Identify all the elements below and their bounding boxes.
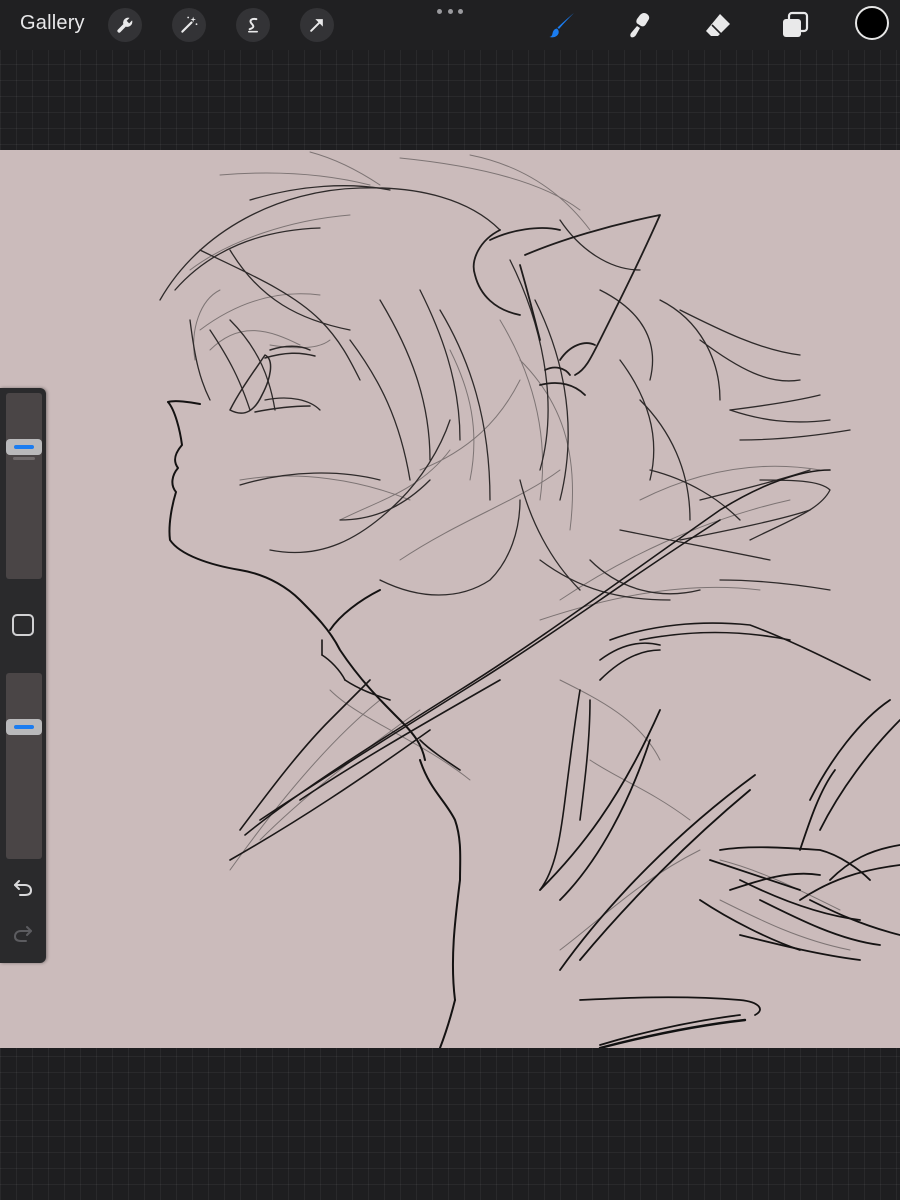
eraser-tool-button[interactable] <box>700 7 736 43</box>
selection-button[interactable] <box>236 8 270 42</box>
brush-size-slider[interactable] <box>6 393 42 579</box>
wrench-icon <box>117 17 133 33</box>
slider-tick <box>13 457 35 460</box>
adjustments-button[interactable] <box>172 8 206 42</box>
undo-icon <box>14 880 33 896</box>
smudge-tool-button[interactable] <box>622 7 658 43</box>
smudge-icon <box>630 13 650 38</box>
more-options-icon[interactable] <box>437 6 463 16</box>
brush-tool-button[interactable] <box>544 7 580 43</box>
procreate-workspace: Gallery <box>0 0 900 1200</box>
redo-icon <box>13 926 32 942</box>
eyedropper-modify-button[interactable] <box>12 614 34 636</box>
magic-wand-icon <box>181 16 198 33</box>
sketch-lineart <box>159 151 900 1048</box>
brush-icon <box>549 13 574 38</box>
color-picker-button[interactable] <box>855 6 889 40</box>
selection-s-icon <box>248 17 258 33</box>
transform-arrow-icon <box>310 19 323 32</box>
redo-button[interactable] <box>10 923 36 945</box>
brush-opacity-slider[interactable] <box>6 673 42 859</box>
brush-size-slider-thumb[interactable] <box>6 438 42 455</box>
gallery-button[interactable]: Gallery <box>20 12 85 35</box>
transform-button[interactable] <box>300 8 334 42</box>
layers-icon <box>783 11 809 37</box>
actions-button[interactable] <box>108 8 142 42</box>
left-sidebar <box>0 388 46 963</box>
top-toolbar: Gallery <box>0 0 900 50</box>
brush-opacity-slider-thumb[interactable] <box>6 718 42 735</box>
eraser-icon <box>706 14 730 36</box>
undo-button[interactable] <box>10 877 36 899</box>
drawing-canvas[interactable] <box>0 150 900 1048</box>
layers-button[interactable] <box>777 7 813 43</box>
